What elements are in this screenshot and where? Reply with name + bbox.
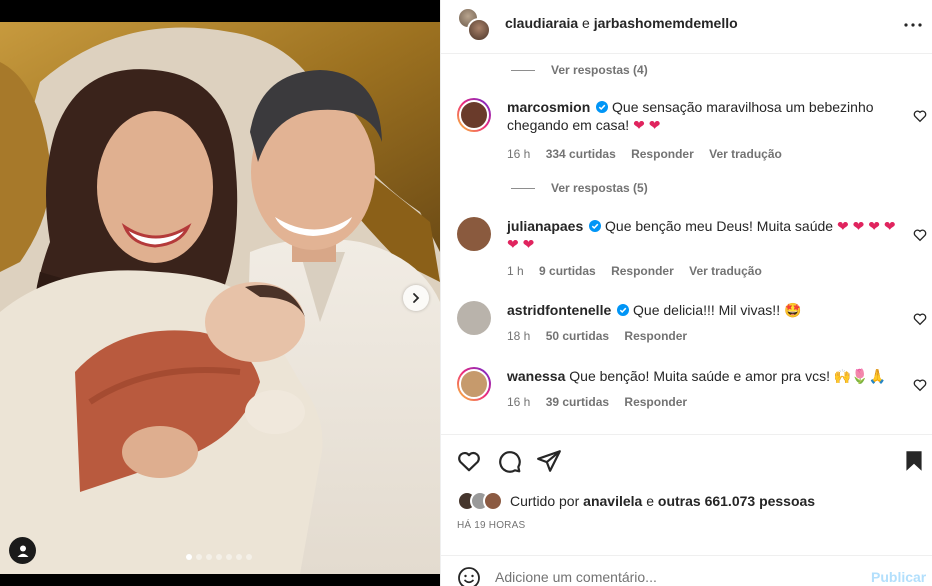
comment-emoji: ❤ ❤ <box>633 117 661 133</box>
comment-text: astridfontenelle Que delicia!!! Mil viva… <box>507 301 897 319</box>
verified-badge-icon <box>589 220 602 232</box>
carousel-dot <box>216 554 222 560</box>
liked-by-others[interactable]: outras 661.073 pessoas <box>658 493 815 509</box>
commenter-username[interactable]: wanessa <box>507 368 565 384</box>
comment-likes[interactable]: 9 curtidas <box>539 264 596 278</box>
commenter-username[interactable]: julianapaes <box>507 218 583 234</box>
carousel-dot <box>246 554 252 560</box>
carousel-dot <box>236 554 242 560</box>
comment-item: wanessa Que benção! Muita saúde e amor p… <box>457 367 927 417</box>
verified-badge-icon <box>596 101 609 113</box>
more-horizontal-icon[interactable] <box>901 13 925 37</box>
author-username-1[interactable]: claudiaraia <box>505 15 578 31</box>
carousel-indicator <box>186 554 252 560</box>
tagged-users-button[interactable] <box>9 537 36 564</box>
comment-likes[interactable]: 50 curtidas <box>546 329 609 343</box>
carousel-dot <box>186 554 192 560</box>
comment-meta: 1 h 9 curtidas Responder Ver tradução <box>507 264 774 278</box>
liker-avatar[interactable] <box>483 491 503 511</box>
comment-text: wanessa Que benção! Muita saúde e amor p… <box>507 367 897 385</box>
emoji-smiley-icon[interactable] <box>457 566 481 586</box>
commenter-avatar[interactable] <box>457 98 491 132</box>
comment-item: marcosmion Que sensação maravilhosa um b… <box>457 98 927 168</box>
liked-by-text: Curtido por anavilela e outras 661.073 p… <box>510 493 815 509</box>
carousel-next-button[interactable] <box>403 285 429 311</box>
post-timestamp[interactable]: Há 19 horas <box>457 520 525 531</box>
commenter-avatar[interactable] <box>457 301 491 335</box>
post-header: claudiaraia e jarbashomemdemello <box>441 0 932 54</box>
comment-item: julianapaes Que benção meu Deus! Muita s… <box>457 217 927 287</box>
carousel-dot <box>196 554 202 560</box>
commenter-avatar[interactable] <box>457 217 491 251</box>
heart-icon[interactable] <box>912 377 928 393</box>
comment-body: Que delicia!!! Mil vivas!! <box>633 302 781 318</box>
carousel-dot <box>226 554 232 560</box>
comment-meta: 16 h 334 curtidas Responder Ver tradução <box>507 147 794 161</box>
user-tag-icon <box>17 545 28 557</box>
comment-likes[interactable]: 39 curtidas <box>546 395 609 409</box>
publish-button[interactable]: Publicar <box>871 569 926 585</box>
comment-bubble-icon[interactable] <box>496 448 522 474</box>
comment-text: marcosmion Que sensação maravilhosa um b… <box>507 98 897 134</box>
comments-list[interactable]: Ver respostas (4) marcosmion Que sensaçã… <box>441 55 932 433</box>
post-actions <box>441 434 932 486</box>
commenter-username[interactable]: astridfontenelle <box>507 302 611 318</box>
authors-conjunction: e <box>582 15 590 31</box>
reply-button[interactable]: Responder <box>631 147 694 161</box>
comment-time[interactable]: 16 h <box>507 147 530 161</box>
save-bookmark-icon[interactable] <box>901 448 927 474</box>
share-send-icon[interactable] <box>536 448 562 474</box>
comment-body: Que benção meu Deus! Muita saúde <box>605 218 834 234</box>
like-heart-icon[interactable] <box>456 448 482 474</box>
commenter-username[interactable]: marcosmion <box>507 99 590 115</box>
comment-item: astridfontenelle Que delicia!!! Mil viva… <box>457 301 927 351</box>
post-photo[interactable] <box>0 22 440 574</box>
comment-meta: 16 h 39 curtidas Responder <box>507 395 699 409</box>
chevron-right-icon <box>413 293 420 303</box>
reply-button[interactable]: Responder <box>624 395 687 409</box>
comment-body: Que benção! Muita saúde e amor pra vcs! <box>569 368 830 384</box>
replies-divider <box>511 69 535 71</box>
comment-text: julianapaes Que benção meu Deus! Muita s… <box>507 217 897 253</box>
view-replies-label: Ver respostas (5) <box>551 181 648 195</box>
likes-summary: Curtido por anavilela e outras 661.073 p… <box>457 490 815 512</box>
add-comment-bar: Publicar <box>441 555 932 586</box>
comment-time[interactable]: 16 h <box>507 395 530 409</box>
comment-meta: 18 h 50 curtidas Responder <box>507 329 699 343</box>
comment-emoji: 🙌🌷🙏 <box>833 368 887 384</box>
translate-button[interactable]: Ver tradução <box>689 264 762 278</box>
translate-button[interactable]: Ver tradução <box>709 147 782 161</box>
comment-time[interactable]: 18 h <box>507 329 530 343</box>
view-replies-button[interactable]: Ver respostas (5) <box>511 179 648 197</box>
comment-time[interactable]: 1 h <box>507 264 524 278</box>
instagram-post-view: claudiaraia e jarbashomemdemello Ver res… <box>0 0 932 586</box>
post-sidebar: claudiaraia e jarbashomemdemello Ver res… <box>440 0 932 586</box>
author-avatar-2[interactable] <box>467 18 491 42</box>
reply-button[interactable]: Responder <box>624 329 687 343</box>
comment-emoji: 🤩 <box>783 302 802 318</box>
liked-by-and: e <box>646 493 654 509</box>
view-replies-label: Ver respostas (4) <box>551 63 648 77</box>
comment-likes[interactable]: 334 curtidas <box>546 147 616 161</box>
author-username-2[interactable]: jarbashomemdemello <box>594 15 738 31</box>
post-authors: claudiaraia e jarbashomemdemello <box>505 15 738 31</box>
heart-icon[interactable] <box>912 311 928 327</box>
liked-by-user[interactable]: anavilela <box>583 493 642 509</box>
view-replies-button[interactable]: Ver respostas (4) <box>511 61 648 79</box>
carousel-dot <box>206 554 212 560</box>
replies-divider <box>511 187 535 189</box>
liked-by-prefix: Curtido por <box>510 493 580 509</box>
heart-icon[interactable] <box>912 227 928 243</box>
reply-button[interactable]: Responder <box>611 264 674 278</box>
verified-badge-icon <box>617 304 630 316</box>
heart-icon[interactable] <box>912 108 928 124</box>
comment-input[interactable] <box>495 567 855 586</box>
post-media <box>0 0 440 586</box>
commenter-avatar[interactable] <box>457 367 491 401</box>
